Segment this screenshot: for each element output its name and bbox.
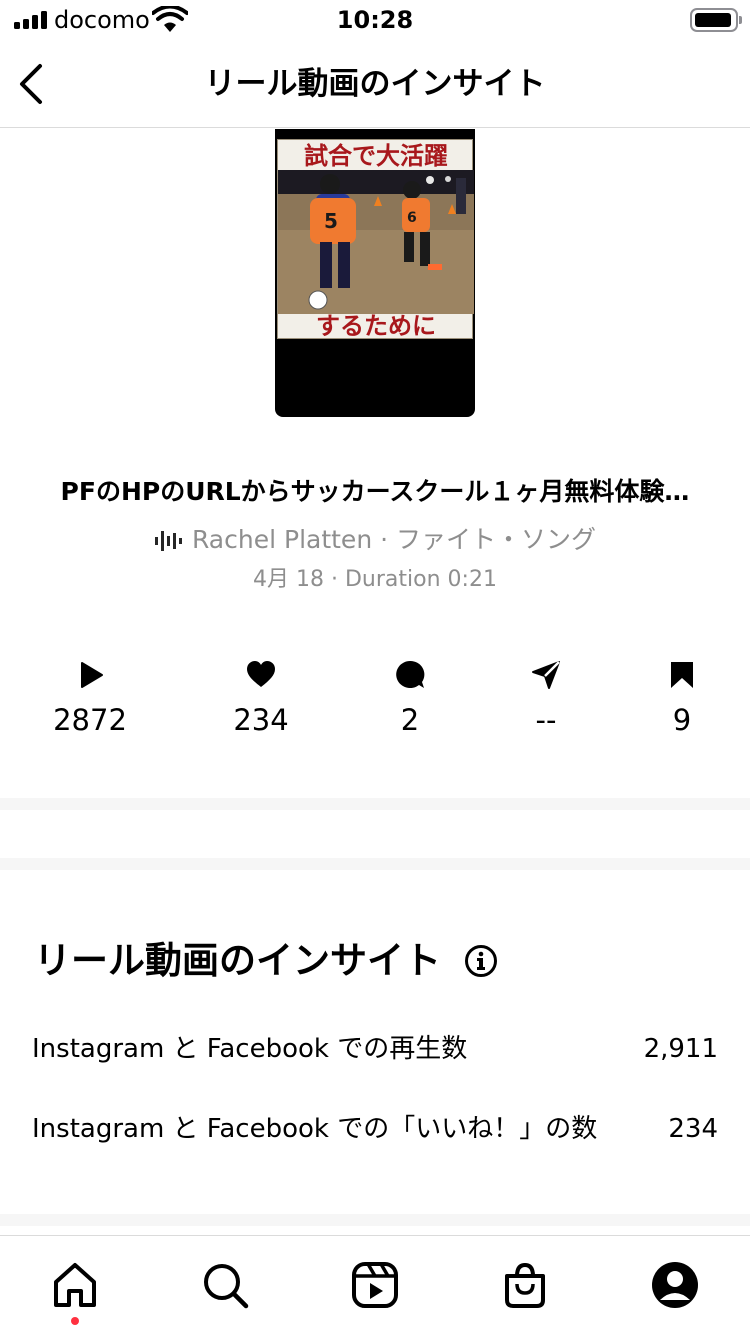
stat-saves-value: 9 [672, 703, 692, 737]
stat-saves: 9 [617, 656, 747, 756]
section-divider [0, 1214, 750, 1226]
play-icon [81, 662, 103, 688]
thumbnail-top-text: 試合で大活躍 [304, 142, 448, 170]
reel-stats: 2872 234 2 -- 9 [0, 656, 750, 756]
svg-text:5: 5 [324, 209, 338, 233]
search-icon [204, 1264, 249, 1309]
notification-dot [71, 1317, 79, 1325]
metric-label: Instagram と Facebook での再生数 [32, 1034, 468, 1064]
section-divider [0, 858, 750, 870]
metric-row-likes: Instagram と Facebook での「いいね！」の数 234 [32, 1109, 718, 1149]
comment-icon [396, 660, 425, 688]
stat-likes-value: 234 [233, 703, 289, 737]
tab-search[interactable] [200, 1260, 250, 1310]
tab-reels[interactable] [350, 1260, 400, 1310]
thumbnail-bottom-text: するために [316, 312, 436, 340]
stat-shares: -- [481, 656, 611, 756]
share-icon [532, 661, 560, 689]
thumbnail-frame: 試合で大活躍 5 6 するために [277, 139, 474, 340]
section-divider [0, 798, 750, 810]
stat-comments-value: 2 [400, 703, 420, 737]
stat-plays-value: 2872 [53, 703, 127, 737]
profile-icon [652, 1262, 698, 1308]
status-bar: docomo 10:28 [0, 0, 750, 40]
info-icon[interactable] [464, 944, 498, 978]
bookmark-icon [671, 662, 693, 688]
audio-wave-icon [154, 531, 182, 551]
reel-caption: PFのHPのURLからサッカースクール１ヶ月無料体験… [60, 477, 690, 506]
reels-icon [352, 1262, 398, 1308]
tab-home[interactable] [50, 1260, 100, 1310]
page-title: リール動画のインサイト [204, 66, 546, 102]
stat-plays: 2872 [25, 656, 155, 756]
metric-value: 234 [668, 1114, 718, 1144]
home-icon [54, 1263, 96, 1307]
tab-profile[interactable] [650, 1260, 700, 1310]
stat-shares-value: -- [535, 703, 557, 737]
metric-row-plays: Instagram と Facebook での再生数 2,911 [32, 1029, 718, 1069]
navigation-bar: リール動画のインサイト [0, 40, 750, 128]
insights-title: リール動画のインサイト [34, 939, 441, 982]
audio-track-label: Rachel Platten · ファイト・ソング [191, 525, 597, 554]
reel-thumbnail[interactable]: 試合で大活躍 5 6 するために [275, 129, 475, 417]
metric-label: Instagram と Facebook での「いいね！」の数 [32, 1114, 598, 1144]
tab-bar [0, 1235, 750, 1334]
stat-likes: 234 [196, 656, 326, 756]
battery-icon [690, 8, 742, 32]
thumbnail-photo: 5 6 [278, 170, 474, 314]
insights-header: リール動画のインサイト [34, 936, 498, 986]
status-time: 10:28 [336, 6, 414, 34]
svg-text:6: 6 [407, 210, 417, 226]
audio-track[interactable]: Rachel Platten · ファイト・ソング [0, 522, 750, 558]
reel-date-duration: 4月 18 · Duration 0:21 [253, 567, 497, 592]
metric-value: 2,911 [643, 1034, 718, 1064]
tab-shop[interactable] [500, 1260, 550, 1310]
heart-icon [247, 661, 275, 687]
stat-comments: 2 [345, 656, 475, 756]
shop-icon [505, 1262, 545, 1308]
